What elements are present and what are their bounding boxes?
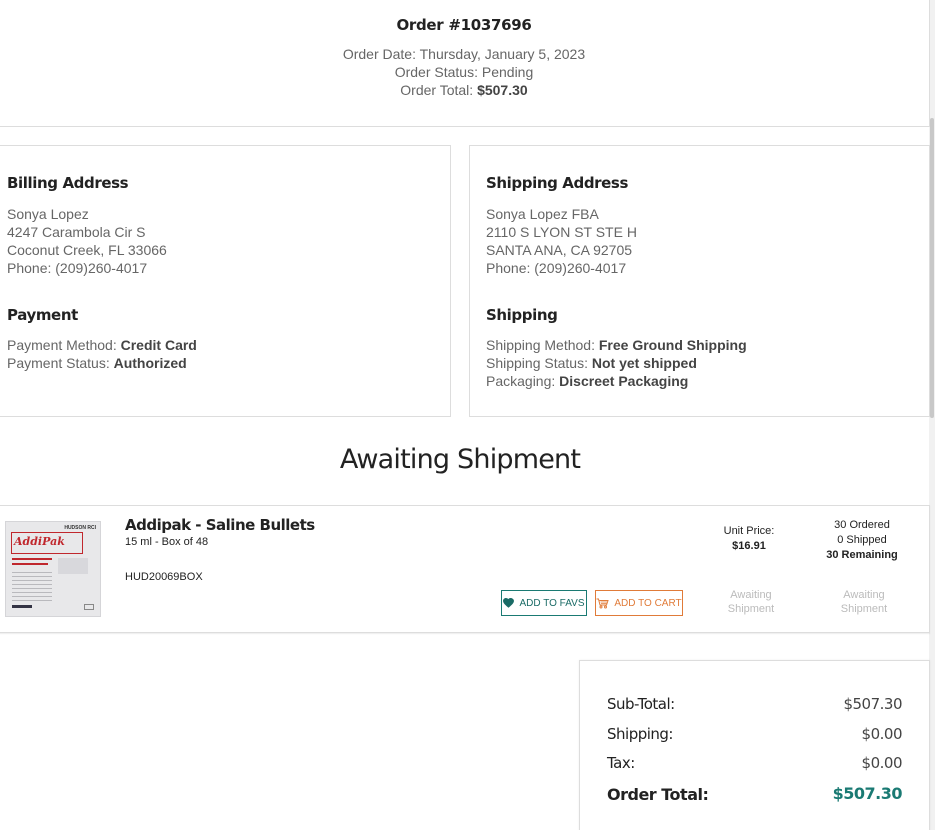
shipping-city: SANTA ANA, CA 92705: [486, 242, 633, 258]
shipping-cost-label: Shipping:: [607, 725, 674, 743]
unit-price-label: Unit Price:: [723, 525, 775, 537]
awaiting-shipment-title: Awaiting Shipment: [339, 444, 581, 475]
shipping-method: Shipping Method: Free Ground Shipping: [486, 337, 747, 353]
packaging-value: Discreet Packaging: [559, 373, 689, 389]
product-name[interactable]: Addipak - Saline Bullets: [125, 516, 315, 534]
payment-status-value: Authorized: [113, 355, 187, 371]
status-line: Shipment: [727, 603, 775, 615]
tax-label: Tax:: [607, 754, 635, 772]
payment-method-value: Credit Card: [120, 337, 197, 353]
order-item-row: HUDSON RCI AddiPak Addipak - Saline Bull…: [0, 505, 930, 633]
product-image-text: [12, 558, 52, 560]
order-date-value: Thursday, January 5, 2023: [419, 46, 586, 62]
order-total-value: $507.30: [477, 82, 528, 98]
heart-icon: [503, 598, 515, 608]
status-line: Shipment: [840, 603, 888, 615]
product-image-stamp: [84, 604, 94, 610]
shipping-phone: Phone: (209)260-4017: [486, 260, 627, 276]
product-image-brand: AddiPak: [14, 535, 65, 548]
subtotal-label: Sub-Total:: [607, 695, 675, 713]
order-status-value: Pending: [481, 64, 534, 80]
payment-method: Payment Method: Credit Card: [7, 337, 197, 353]
tax-value: $0.00: [861, 754, 903, 772]
shipping-status: Shipping Status: Not yet shipped: [486, 355, 697, 371]
product-image-panel: [58, 558, 88, 574]
status-line: Awaiting: [843, 589, 885, 601]
item-status-awaiting: Awaiting Shipment: [711, 588, 791, 616]
item-shipment-status: Awaiting Shipment: [824, 588, 904, 616]
unit-price-value: $16.91: [732, 540, 766, 552]
shipping-method-label: Shipping Method:: [486, 337, 595, 353]
shipping-title: Shipping: [486, 306, 558, 324]
shipping-name: Sonya Lopez FBA: [486, 206, 599, 222]
grand-total-value: $507.30: [832, 784, 903, 803]
order-status: Order Status: Pending: [0, 64, 929, 80]
status-line: Awaiting: [730, 589, 772, 601]
shipping-cost-value: $0.00: [861, 725, 903, 743]
product-image-logo: [12, 605, 32, 608]
qty-remaining: 30 Remaining: [826, 549, 898, 561]
product-image-maker: HUDSON RCI: [64, 525, 96, 531]
billing-street: 4247 Carambola Cir S: [7, 224, 146, 240]
shipping-packaging: Packaging: Discreet Packaging: [486, 373, 688, 389]
order-date-label: Order Date:: [342, 46, 416, 62]
order-totals-box: Sub-Total: $507.30 Shipping: $0.00 Tax: …: [579, 660, 930, 830]
shipping-status-label: Shipping Status:: [486, 355, 588, 371]
payment-method-label: Payment Method:: [7, 337, 117, 353]
grand-total-label: Order Total:: [607, 785, 709, 804]
billing-city: Coconut Creek, FL 33066: [7, 242, 167, 258]
billing-address-title: Billing Address: [7, 174, 129, 192]
shipping-method-value: Free Ground Shipping: [598, 337, 747, 353]
scrollbar-thumb[interactable]: [930, 118, 934, 418]
product-image[interactable]: HUDSON RCI AddiPak: [5, 521, 101, 617]
shipping-card: Shipping Address Sonya Lopez FBA 2110 S …: [469, 145, 930, 417]
order-date: Order Date: Thursday, January 5, 2023: [0, 46, 929, 62]
product-sku: HUD20069BOX: [125, 571, 203, 583]
order-total: Order Total: $507.30: [0, 82, 929, 98]
billing-name: Sonya Lopez: [7, 206, 89, 222]
add-to-cart-button[interactable]: ADD TO CART: [595, 590, 683, 616]
payment-title: Payment: [7, 306, 78, 324]
qty-shipped: 0 Shipped: [837, 534, 887, 546]
product-image-lines: [12, 572, 52, 602]
add-to-favs-button[interactable]: ADD TO FAVS: [501, 590, 587, 616]
cart-icon: [596, 598, 610, 608]
qty-ordered: 30 Ordered: [834, 519, 890, 531]
order-status-label: Order Status:: [394, 64, 478, 80]
product-size: 15 ml - Box of 48: [125, 536, 209, 548]
order-total-label: Order Total:: [400, 82, 474, 98]
billing-phone: Phone: (209)260-4017: [7, 260, 148, 276]
order-number: Order #1037696: [396, 16, 532, 34]
subtotal-value: $507.30: [843, 695, 902, 713]
add-to-cart-label: ADD TO CART: [614, 597, 682, 609]
billing-card: Billing Address Sonya Lopez 4247 Carambo…: [0, 145, 451, 417]
shipping-status-value: Not yet shipped: [591, 355, 697, 371]
payment-status-label: Payment Status:: [7, 355, 110, 371]
shipping-address-title: Shipping Address: [486, 174, 628, 192]
product-image-text: [12, 563, 48, 565]
packaging-label: Packaging:: [486, 373, 556, 389]
payment-status: Payment Status: Authorized: [7, 355, 187, 371]
order-summary-header: Order #1037696 Order Date: Thursday, Jan…: [0, 0, 930, 127]
shipping-street: 2110 S LYON ST STE H: [486, 224, 637, 240]
add-to-favs-label: ADD TO FAVS: [519, 597, 585, 609]
